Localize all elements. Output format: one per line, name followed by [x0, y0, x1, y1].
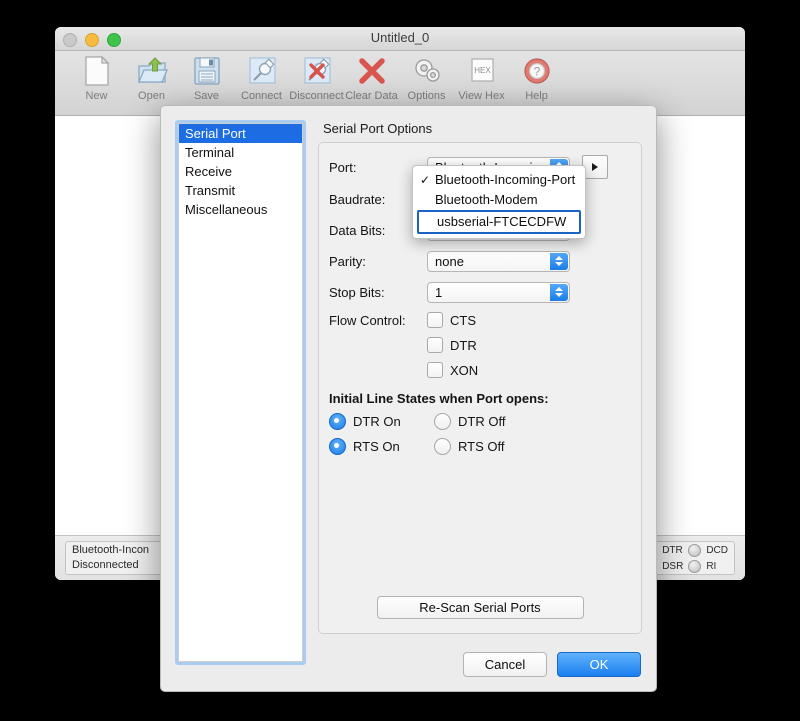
signal-led-ri: [688, 559, 702, 573]
initial-line-states-group: DTR On DTR Off RTS On RTS Off: [329, 413, 631, 455]
sidebar-item-terminal[interactable]: Terminal: [179, 143, 302, 162]
plug-connect-icon: [246, 54, 278, 88]
toolbar-label-help: Help: [525, 90, 548, 102]
sidebar-item-receive[interactable]: Receive: [179, 162, 302, 181]
red-x-icon: [356, 54, 388, 88]
options-category-list[interactable]: Serial Port Terminal Receive Transmit Mi…: [175, 120, 306, 665]
flow-control-xon-checkbox[interactable]: [427, 362, 443, 378]
toolbar-label-open: Open: [138, 90, 165, 102]
panel-title: Serial Port Options: [323, 121, 433, 136]
toolbar-label-view-hex: View Hex: [458, 90, 505, 102]
radio-dtr-off-label: DTR Off: [458, 414, 506, 429]
radio-rts-on-label: RTS On: [353, 439, 400, 454]
radio-dtr-off-control[interactable]: [434, 413, 451, 430]
svg-text:?: ?: [533, 65, 540, 79]
flow-control-dtr-row: DTR: [427, 337, 631, 353]
rescan-serial-ports-button[interactable]: Re-Scan Serial Ports: [376, 596, 584, 619]
flow-control-cts-checkbox[interactable]: [427, 312, 443, 328]
signal-label-ri: RI: [706, 560, 717, 572]
gears-icon: [411, 54, 443, 88]
toolbar-button-help[interactable]: ? Help: [509, 54, 564, 102]
parity-select-value: none: [435, 253, 464, 269]
toolbar-button-options[interactable]: Options: [399, 54, 454, 102]
hex-page-icon: HEX: [466, 54, 498, 88]
toolbar-label-save: Save: [193, 90, 220, 102]
radio-rts-off-label: RTS Off: [458, 439, 505, 454]
flow-control-xon-row: XON: [427, 362, 631, 378]
signal-label-dtr: DTR: [662, 544, 683, 556]
rescan-button-wrap: Re-Scan Serial Ports: [319, 596, 641, 619]
toolbar-label-disconnect: Disconnect: [289, 90, 344, 102]
new-document-icon: [82, 54, 112, 88]
port-dropdown-menu[interactable]: ✓ Bluetooth-Incoming-Port Bluetooth-Mode…: [412, 165, 586, 239]
toolbar-button-clear-data[interactable]: Clear Data: [344, 54, 399, 102]
radio-rts-on-control[interactable]: [329, 438, 346, 455]
stop-bits-select-stepper-icon: [550, 283, 568, 301]
flow-control-xon-label: XON: [450, 362, 479, 378]
dialog-footer: Cancel OK: [463, 652, 641, 677]
radio-dtr-off[interactable]: DTR Off: [434, 413, 631, 430]
radio-dtr-on[interactable]: DTR On: [329, 413, 434, 430]
toolbar-button-connect[interactable]: Connect: [234, 54, 289, 102]
flow-control-dtr-checkbox[interactable]: [427, 337, 443, 353]
ok-button[interactable]: OK: [557, 652, 641, 677]
radio-dtr-on-label: DTR On: [353, 414, 401, 429]
toolbar-button-save[interactable]: Save: [179, 54, 234, 102]
sidebar-item-miscellaneous[interactable]: Miscellaneous: [179, 200, 302, 219]
window-title: Untitled_0: [370, 30, 430, 45]
toolbar-button-new[interactable]: New: [69, 54, 124, 102]
sidebar-item-transmit[interactable]: Transmit: [179, 181, 302, 200]
svg-text:HEX: HEX: [474, 66, 491, 75]
open-folder-icon: [136, 54, 168, 88]
radio-dtr-on-control[interactable]: [329, 413, 346, 430]
toolbar-button-view-hex[interactable]: HEX View Hex: [454, 54, 509, 102]
toolbar-label-clear-data: Clear Data: [345, 90, 398, 102]
parity-label: Parity:: [329, 253, 366, 269]
stop-bits-select-value: 1: [435, 284, 443, 300]
flow-control-label: Flow Control:: [329, 312, 406, 328]
cancel-button[interactable]: Cancel: [463, 652, 547, 677]
signal-label-dcd: DCD: [706, 544, 728, 556]
toolbar-label-options: Options: [407, 90, 446, 102]
plug-disconnect-icon: [301, 54, 333, 88]
window-titlebar: Untitled_0: [55, 27, 745, 51]
checkmark-icon: ✓: [420, 173, 431, 187]
toolbar-button-open[interactable]: Open: [124, 54, 179, 102]
floppy-disk-icon: [192, 54, 222, 88]
radio-rts-off-control[interactable]: [434, 438, 451, 455]
toolbar-label-connect: Connect: [241, 90, 282, 102]
parity-select-stepper-icon: [550, 252, 568, 270]
signal-led-dcd: [688, 543, 702, 557]
signal-label-dsr: DSR: [662, 560, 684, 572]
menu-item-label-0: Bluetooth-Incoming-Port: [435, 172, 576, 187]
menu-item-bluetooth-modem[interactable]: Bluetooth-Modem: [413, 190, 585, 210]
stop-bits-field-row: Stop Bits: 1: [329, 281, 631, 303]
sidebar-item-serial-port[interactable]: Serial Port: [179, 124, 302, 143]
life-ring-question-icon: ?: [521, 54, 553, 88]
radio-rts-off[interactable]: RTS Off: [434, 438, 631, 455]
menu-item-usbserial-ftcecdfw[interactable]: usbserial-FTCECDFW: [417, 210, 581, 234]
radio-rts-on[interactable]: RTS On: [329, 438, 434, 455]
signal-led-group: DTR DCD DSR RI: [662, 543, 728, 574]
toolbar-button-disconnect[interactable]: Disconnect: [289, 54, 344, 102]
triangle-right-icon: [592, 163, 598, 171]
flow-control-dtr-label: DTR: [450, 337, 477, 353]
parity-select[interactable]: none: [427, 250, 570, 272]
flow-control-cts-label: CTS: [450, 312, 476, 328]
parity-field-row: Parity: none: [329, 250, 631, 272]
menu-item-label-2: usbserial-FTCECDFW: [437, 214, 567, 229]
signal-indicator-box: DTR DCD DSR RI: [655, 541, 735, 575]
stop-bits-select[interactable]: 1: [427, 281, 570, 303]
toolbar-label-new: New: [85, 90, 108, 102]
category-list-inner: Serial Port Terminal Receive Transmit Mi…: [178, 123, 303, 662]
menu-item-label-1: Bluetooth-Modem: [435, 192, 538, 207]
stop-bits-label: Stop Bits:: [329, 284, 385, 300]
flow-control-cts-row: Flow Control: CTS: [329, 312, 631, 328]
initial-line-states-title: Initial Line States when Port opens:: [329, 391, 549, 406]
menu-item-bluetooth-incoming-port[interactable]: ✓ Bluetooth-Incoming-Port: [413, 170, 585, 190]
